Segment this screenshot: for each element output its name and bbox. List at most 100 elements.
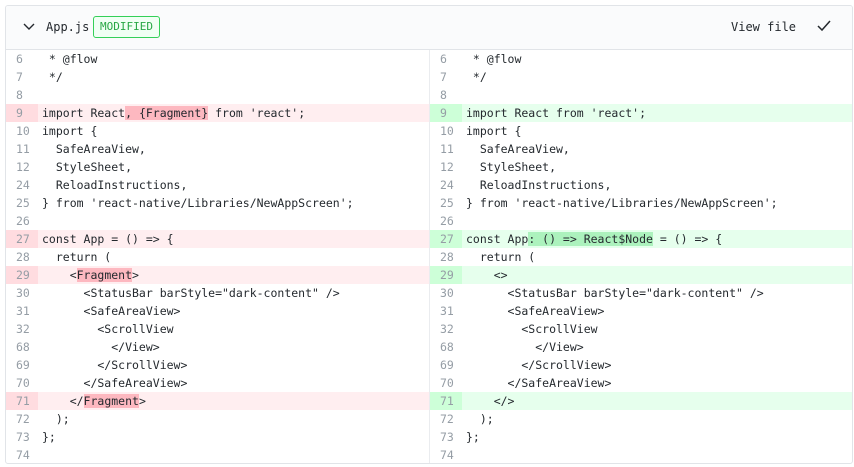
line-number[interactable]: 24 [430,176,462,194]
line-number[interactable]: 6 [430,50,462,68]
diff-line: 29 <Fragment> [6,266,429,284]
changed-text: : () => React$Node [528,232,653,246]
code-segment: </ScrollView> [466,358,612,372]
code-segment: }; [42,430,56,444]
line-number[interactable]: 31 [430,302,462,320]
line-number[interactable]: 25 [6,194,38,212]
code-text: } from 'react-native/Libraries/NewAppScr… [466,194,778,212]
line-number[interactable]: 27 [6,230,38,248]
code-segment: <StatusBar barStyle="dark-content" /> [42,286,340,300]
line-number[interactable]: 74 [430,446,462,463]
diff-line: 26 [6,212,429,230]
diff-line: 11 SafeAreaView, [6,140,429,158]
chevron-down-icon[interactable] [21,19,37,35]
code-text: import React from 'react'; [466,104,646,122]
code-text: StyleSheet, [42,158,132,176]
line-number[interactable]: 29 [430,266,462,284]
line-number[interactable]: 31 [6,302,38,320]
code-segment: StyleSheet, [42,160,133,174]
code-text: ); [466,410,494,428]
code-segment: ); [466,412,494,426]
code-segment: return ( [42,250,112,264]
diff-line: 25} from 'react-native/Libraries/NewAppS… [430,194,852,212]
code-text: </View> [466,338,583,356]
line-number[interactable]: 32 [430,320,462,338]
code-text: */ [466,68,487,86]
line-number[interactable]: 72 [6,410,38,428]
diff-line: 27 const App = () => { [6,230,429,248]
line-number[interactable]: 11 [430,140,462,158]
code-text: ReloadInstructions, [466,176,612,194]
line-number[interactable]: 7 [6,68,38,86]
diff-line: 32 <ScrollView [6,320,429,338]
line-number[interactable]: 25 [430,194,462,212]
line-number[interactable]: 70 [430,374,462,392]
line-number[interactable]: 9 [6,104,38,122]
line-number[interactable]: 12 [430,158,462,176]
code-segment: <ScrollView [466,322,598,336]
line-number[interactable]: 69 [430,356,462,374]
line-number[interactable]: 28 [430,248,462,266]
line-number[interactable]: 24 [6,176,38,194]
diff-line: 71 </> [430,392,852,410]
line-number[interactable]: 7 [430,68,462,86]
diff-line: 7 */ [6,68,429,86]
line-number[interactable]: 10 [430,122,462,140]
line-number[interactable]: 73 [6,428,38,446]
view-file-link[interactable]: View file [731,18,796,36]
diff-line: 9 import React, {Fragment} from 'react'; [6,104,429,122]
code-segment: <SafeAreaView> [42,304,181,318]
check-icon[interactable] [815,17,833,35]
line-number[interactable]: 28 [6,248,38,266]
diff-line: 9 import React from 'react'; [430,104,852,122]
code-segment: <SafeAreaView> [466,304,605,318]
code-segment: ReloadInstructions, [466,178,612,192]
diff-line: 24 ReloadInstructions, [6,176,429,194]
line-number[interactable]: 12 [6,158,38,176]
diff-line: 68 </View> [6,338,429,356]
code-segment: <StatusBar barStyle="dark-content" /> [466,286,764,300]
code-segment: ); [42,412,70,426]
line-number[interactable]: 8 [430,86,462,104]
diff-line: 70 </SafeAreaView> [430,374,852,392]
line-number[interactable]: 71 [6,392,38,410]
diff-line: 69 </ScrollView> [6,356,429,374]
diff-line: 6 * @flow [430,50,852,68]
code-text: StyleSheet, [466,158,556,176]
line-number[interactable]: 27 [430,230,462,248]
line-number[interactable]: 9 [430,104,462,122]
line-number[interactable]: 6 [6,50,38,68]
diff-line: 12 StyleSheet, [6,158,429,176]
line-number[interactable]: 68 [6,338,38,356]
line-number[interactable]: 70 [6,374,38,392]
line-number[interactable]: 68 [430,338,462,356]
diff-line: 28 return ( [430,248,852,266]
code-segment: > [138,394,146,408]
code-segment: StyleSheet, [466,160,557,174]
line-number[interactable]: 10 [6,122,38,140]
line-number[interactable]: 8 [6,86,38,104]
line-number[interactable]: 69 [6,356,38,374]
line-number[interactable]: 29 [6,266,38,284]
line-number[interactable]: 32 [6,320,38,338]
line-number[interactable]: 74 [6,446,38,463]
code-segment: <> [466,268,508,282]
line-number[interactable]: 72 [430,410,462,428]
code-segment: SafeAreaView, [42,142,146,156]
line-number[interactable]: 71 [430,392,462,410]
line-number[interactable]: 30 [430,284,462,302]
line-number[interactable]: 26 [430,212,462,230]
line-number[interactable]: 26 [6,212,38,230]
line-number[interactable]: 30 [6,284,38,302]
diff-line: 72 ); [6,410,429,428]
diff-line: 32 <ScrollView [430,320,852,338]
line-number[interactable]: 11 [6,140,38,158]
diff-line: 29 <> [430,266,852,284]
code-text: const App = () => { [42,230,174,248]
changed-text: , {Fragment} [125,106,209,120]
code-segment: */ [42,70,63,84]
diff-line: 27 const App: () => React$Node = () => { [430,230,852,248]
code-segment: </ScrollView> [42,358,188,372]
code-segment: </View> [42,340,160,354]
line-number[interactable]: 73 [430,428,462,446]
